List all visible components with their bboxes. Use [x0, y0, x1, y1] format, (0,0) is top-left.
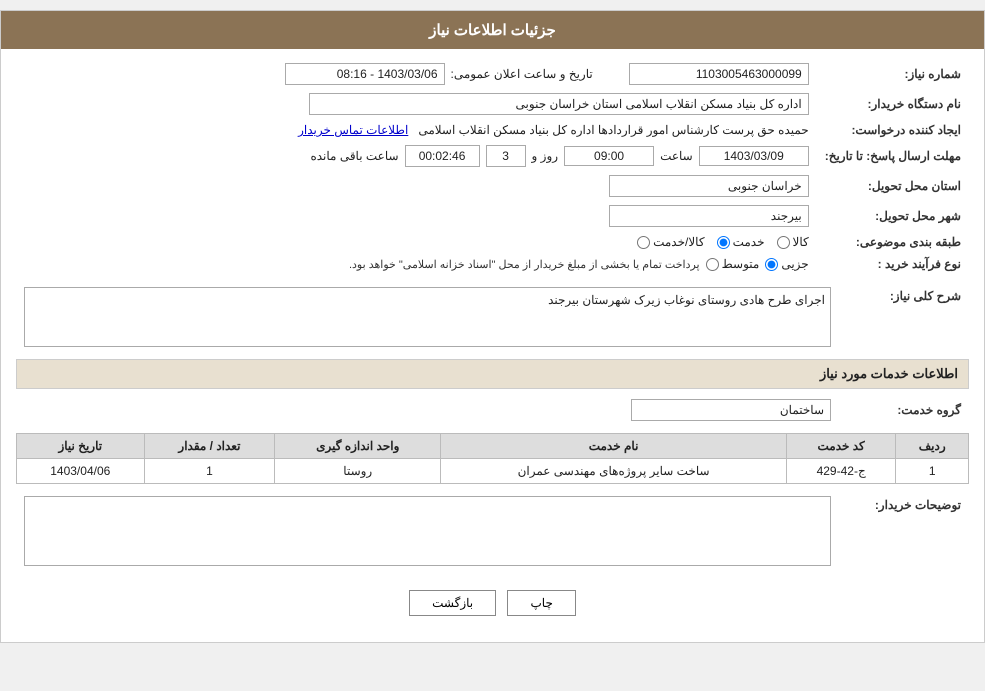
motavaset-label: متوسط	[722, 257, 760, 271]
nam-dastgah-input[interactable]: اداره کل بنیاد مسکن انقلاب اسلامی استان …	[309, 93, 809, 115]
col-vahed: واحد اندازه گیری	[275, 434, 441, 459]
info-table: شماره نیاز: 1103005463000099 تاریخ و ساع…	[16, 59, 969, 275]
mohlat-baqi-label: ساعت باقی مانده	[310, 149, 398, 163]
sharh-value-cell: اجرای طرح هادی روستای نوغاب زیرک شهرستان…	[16, 283, 839, 351]
back-button[interactable]: بازگشت	[409, 590, 496, 616]
col-tarikh: تاریخ نیاز	[17, 434, 145, 459]
noe-farayand-label: نوع فرآیند خرید :	[817, 253, 969, 275]
row-shahr: شهر محل تحویل: بیرجند	[16, 201, 969, 231]
cell-radif: 1	[896, 459, 969, 484]
services-table: ردیف کد خدمت نام خدمت واحد اندازه گیری ت…	[16, 433, 969, 484]
mohlat-date-input[interactable]: 1403/03/09	[699, 146, 809, 166]
noe-farayand-note: پرداخت تمام یا بخشی از مبلغ خریدار از مح…	[349, 258, 700, 271]
page-header: جزئیات اطلاعات نیاز	[1, 11, 984, 49]
ijad-konande-label: ایجاد کننده درخواست:	[817, 119, 969, 141]
shomare-niaz-label: شماره نیاز:	[817, 59, 969, 89]
tozihat-value-cell	[16, 492, 839, 570]
mohlat-saat-label: ساعت	[660, 149, 693, 163]
kala-label: کالا	[793, 235, 809, 249]
services-table-body: 1ج-42-429ساخت سایر پروژه‌های مهندسی عمرا…	[17, 459, 969, 484]
noe-farayand-value: جزیی متوسط پرداخت تمام یا بخشی از مبلغ خ…	[16, 253, 817, 275]
main-content: شماره نیاز: 1103005463000099 تاریخ و ساع…	[1, 49, 984, 642]
tarikh-label: تاریخ و ساعت اعلان عمومی:	[451, 67, 593, 81]
jozii-label: جزیی	[781, 257, 808, 271]
row-sharh: شرح کلی نیاز: اجرای طرح هادی روستای نوغا…	[16, 283, 969, 351]
row-grohe: گروه خدمت: ساختمان	[16, 395, 969, 425]
mohlat-roz-label: روز و	[532, 149, 559, 163]
ostan-label: استان محل تحویل:	[817, 171, 969, 201]
kala-option[interactable]: کالا	[777, 235, 809, 249]
ijad-konande-text: حمیده حق پرست کارشناس امور قراردادها ادا…	[418, 123, 808, 137]
mohlat-value: 1403/03/09 ساعت 09:00 روز و 3 00:02:46 س…	[16, 141, 817, 171]
ostan-input[interactable]: خراسان جنوبی	[609, 175, 809, 197]
row-ijad-konande: ایجاد کننده درخواست: حمیده حق پرست کارشن…	[16, 119, 969, 141]
grohe-value-cell: ساختمان	[16, 395, 839, 425]
cell-vahed: روستا	[275, 459, 441, 484]
col-radif: ردیف	[896, 434, 969, 459]
grohe-table: گروه خدمت: ساختمان	[16, 395, 969, 425]
sharh-label: شرح کلی نیاز:	[839, 283, 969, 351]
mohlat-roz-input[interactable]: 3	[486, 145, 526, 167]
mohlat-saat-input[interactable]: 09:00	[564, 146, 654, 166]
tabaghe-value: کالا خدمت کالا/خدمت	[16, 231, 817, 253]
nam-dastgah-label: نام دستگاه خریدار:	[817, 89, 969, 119]
tarikh-input[interactable]: 1403/03/06 - 08:16	[285, 63, 445, 85]
shomare-niaz-value: 1103005463000099 تاریخ و ساعت اعلان عموم…	[16, 59, 817, 89]
shahr-input[interactable]: بیرجند	[609, 205, 809, 227]
page-title: جزئیات اطلاعات نیاز	[429, 22, 556, 39]
cell-kodKhedmat: ج-42-429	[786, 459, 895, 484]
col-tedad: تعداد / مقدار	[144, 434, 275, 459]
jozii-radio[interactable]	[765, 258, 778, 271]
kala-radio[interactable]	[777, 236, 790, 249]
cell-tarikh: 1403/04/06	[17, 459, 145, 484]
khedmat-option[interactable]: خدمت	[717, 235, 765, 249]
sharh-table: شرح کلی نیاز: اجرای طرح هادی روستای نوغا…	[16, 283, 969, 351]
button-row: چاپ بازگشت	[16, 578, 969, 632]
tabaghe-label: طبقه بندی موضوعی:	[817, 231, 969, 253]
nam-dastgah-value: اداره کل بنیاد مسکن انقلاب اسلامی استان …	[16, 89, 817, 119]
grohe-input[interactable]: ساختمان	[631, 399, 831, 421]
kala-khedmat-label: کالا/خدمت	[653, 235, 704, 249]
cell-tedad: 1	[144, 459, 275, 484]
sharh-text: اجرای طرح هادی روستای نوغاب زیرک شهرستان…	[548, 293, 825, 307]
cell-namKhedmat: ساخت سایر پروژه‌های مهندسی عمران	[441, 459, 787, 484]
tozihat-label: توضیحات خریدار:	[839, 492, 969, 570]
shomare-niaz-input[interactable]: 1103005463000099	[629, 63, 809, 85]
row-shomare-tarikh: شماره نیاز: 1103005463000099 تاریخ و ساع…	[16, 59, 969, 89]
shahr-label: شهر محل تحویل:	[817, 201, 969, 231]
row-ostan: استان محل تحویل: خراسان جنوبی	[16, 171, 969, 201]
ostan-value: خراسان جنوبی	[16, 171, 817, 201]
row-mohlat: مهلت ارسال پاسخ: تا تاریخ: 1403/03/09 سا…	[16, 141, 969, 171]
services-header-row: ردیف کد خدمت نام خدمت واحد اندازه گیری ت…	[17, 434, 969, 459]
page-wrapper: جزئیات اطلاعات نیاز شماره نیاز: 11030054…	[0, 10, 985, 643]
kala-khedmat-radio[interactable]	[637, 236, 650, 249]
khedmat-label: خدمت	[733, 235, 765, 249]
kala-khedmat-option[interactable]: کالا/خدمت	[637, 235, 704, 249]
grohe-label: گروه خدمت:	[839, 395, 969, 425]
motavaset-radio[interactable]	[706, 258, 719, 271]
row-noe-farayand: نوع فرآیند خرید : جزیی متوسط پرداخت تمام…	[16, 253, 969, 275]
row-tozihat: توضیحات خریدار:	[16, 492, 969, 570]
col-nam: نام خدمت	[441, 434, 787, 459]
ijad-konande-value: حمیده حق پرست کارشناس امور قراردادها ادا…	[16, 119, 817, 141]
jozii-option[interactable]: جزیی	[765, 257, 808, 271]
print-button[interactable]: چاپ	[507, 590, 575, 616]
khadamat-section-header: اطلاعات خدمات مورد نیاز	[16, 359, 969, 389]
mohlat-label: مهلت ارسال پاسخ: تا تاریخ:	[817, 141, 969, 171]
table-row: 1ج-42-429ساخت سایر پروژه‌های مهندسی عمرا…	[17, 459, 969, 484]
tozihat-box[interactable]	[24, 496, 831, 566]
mohlat-baqi-input[interactable]: 00:02:46	[405, 145, 480, 167]
row-tabaghe: طبقه بندی موضوعی: کالا خدمت کالا/خدمت	[16, 231, 969, 253]
services-table-head: ردیف کد خدمت نام خدمت واحد اندازه گیری ت…	[17, 434, 969, 459]
shahr-value: بیرجند	[16, 201, 817, 231]
col-kod: کد خدمت	[786, 434, 895, 459]
tozihat-table: توضیحات خریدار:	[16, 492, 969, 570]
sharh-box[interactable]: اجرای طرح هادی روستای نوغاب زیرک شهرستان…	[24, 287, 831, 347]
motavaset-option[interactable]: متوسط	[706, 257, 760, 271]
khedmat-radio[interactable]	[717, 236, 730, 249]
ettelaat-tamas-link[interactable]: اطلاعات تماس خریدار	[298, 123, 408, 137]
row-nam-dastgah: نام دستگاه خریدار: اداره کل بنیاد مسکن ا…	[16, 89, 969, 119]
